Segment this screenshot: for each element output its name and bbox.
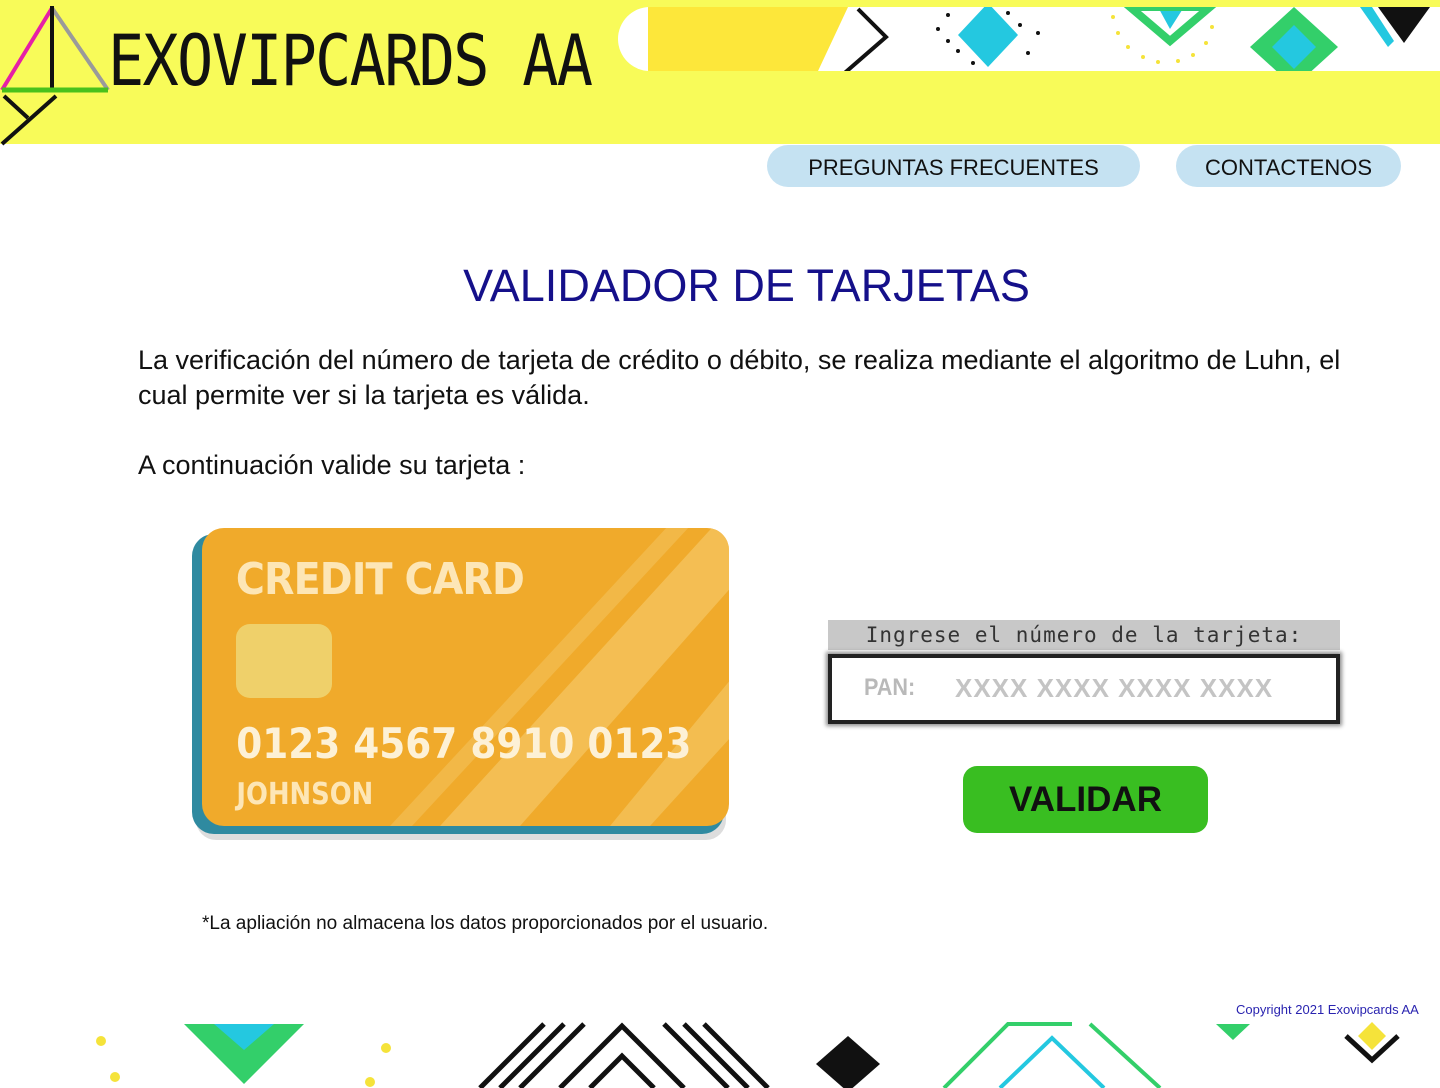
header-banner bbox=[618, 7, 1440, 71]
card-number: 0123 4567 8910 0123 bbox=[236, 720, 691, 769]
card-holder: JOHNSON bbox=[235, 776, 374, 811]
card-heading: CREDIT CARD bbox=[236, 553, 524, 605]
pan-label: PAN: bbox=[864, 674, 916, 701]
decorative-pattern bbox=[648, 7, 1430, 71]
page-title: VALIDADOR DE TARJETAS bbox=[463, 260, 1030, 311]
card-number-label: Ingrese el número de la tarjeta: bbox=[828, 620, 1340, 650]
brand-name: EXOVIPCARDS AA bbox=[108, 20, 593, 102]
nav-faq-button[interactable]: PREGUNTAS FRECUENTES bbox=[767, 145, 1140, 187]
pan-input[interactable] bbox=[955, 668, 1325, 708]
footer-decorative-pattern bbox=[96, 1022, 1400, 1088]
credit-card-illustration: CREDIT CARD 0123 4567 8910 0123 JOHNSON bbox=[192, 528, 729, 840]
logo-icon bbox=[0, 6, 110, 146]
disclaimer-note: *La apliación no almacena los datos prop… bbox=[202, 913, 769, 934]
validate-button[interactable]: VALIDAR bbox=[963, 766, 1208, 833]
validate-prompt: A continuación valide su tarjeta : bbox=[138, 450, 526, 480]
nav-contact-button[interactable]: CONTACTENOS bbox=[1176, 145, 1401, 187]
intro-paragraph: La verificación del número de tarjeta de… bbox=[138, 345, 1341, 410]
